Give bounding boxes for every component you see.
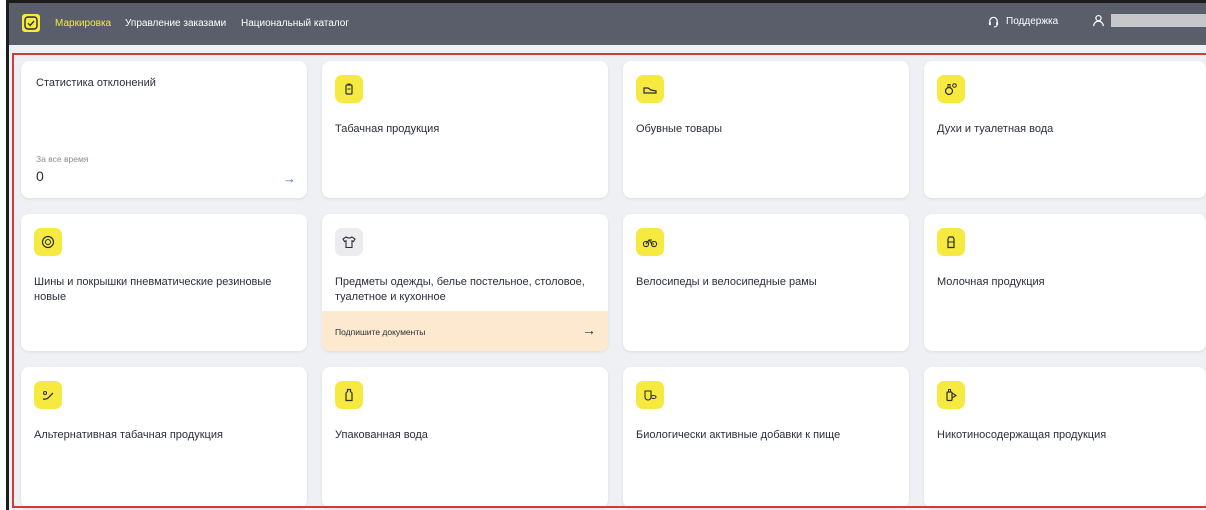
- stats-value: 0: [36, 168, 44, 184]
- sign-documents-banner[interactable]: Подпишите документы →: [322, 311, 608, 351]
- logo-icon[interactable]: [22, 14, 40, 32]
- pipe-icon: [34, 381, 62, 409]
- supplement-icon: [636, 381, 664, 409]
- shoe-icon: [636, 75, 664, 103]
- shirt-icon: [335, 228, 363, 256]
- nav-order-management[interactable]: Управление заказами: [125, 18, 226, 29]
- category-title: Велосипеды и велосипедные рамы: [636, 276, 817, 288]
- milk-icon: [937, 228, 965, 256]
- category-card-alt-tobacco[interactable]: Альтернативная табачная продукция: [21, 367, 307, 508]
- category-card-supplements[interactable]: Биологически активные добавки к пище: [623, 367, 909, 508]
- category-title: Шины и покрышки пневматические резиновые…: [34, 276, 272, 303]
- top-navigation-bar: Маркировка Управление заказами Националь…: [9, 3, 1206, 45]
- category-card-bicycles[interactable]: Велосипеды и велосипедные рамы: [623, 214, 909, 351]
- vape-icon: [937, 381, 965, 409]
- perfume-icon: [937, 75, 965, 103]
- nav-marking[interactable]: Маркировка: [55, 18, 111, 29]
- category-card-clothing[interactable]: Предметы одежды, белье постельное, столо…: [322, 214, 608, 351]
- arrow-right-icon[interactable]: →: [582, 322, 596, 338]
- category-title: Никотиносодержащая продукция: [937, 429, 1107, 441]
- arrow-right-icon[interactable]: →: [283, 171, 296, 186]
- category-card-tobacco[interactable]: Табачная продукция: [322, 61, 608, 198]
- category-title: Биологически активные добавки к пище: [636, 429, 841, 441]
- bicycle-icon: [636, 228, 664, 256]
- sign-documents-label: Подпишите документы: [335, 327, 426, 337]
- stats-title: Статистика отклонений: [36, 77, 156, 89]
- headset-icon: [988, 16, 999, 28]
- category-title: Молочная продукция: [937, 276, 1045, 288]
- stats-card[interactable]: Статистика отклонений За все время 0 →: [21, 61, 307, 198]
- category-title: Обувные товары: [636, 123, 723, 135]
- user-icon: [1093, 14, 1104, 27]
- user-menu[interactable]: [1092, 14, 1206, 27]
- cigarette-pack-icon: [335, 75, 363, 103]
- support-label: Поддержка: [1006, 16, 1059, 27]
- category-card-dairy[interactable]: Молочная продукция: [924, 214, 1206, 351]
- category-card-tires[interactable]: Шины и покрышки пневматические резиновые…: [21, 214, 307, 351]
- tire-icon: [34, 228, 62, 256]
- category-card-nicotine[interactable]: Никотиносодержащая продукция: [924, 367, 1206, 508]
- category-title: Табачная продукция: [335, 123, 440, 135]
- support-link[interactable]: Поддержка: [987, 15, 1058, 28]
- category-card-perfume[interactable]: Духи и туалетная вода: [924, 61, 1206, 198]
- nav-national-catalog[interactable]: Национальный каталог: [241, 18, 349, 29]
- user-name-redacted: [1111, 14, 1206, 27]
- category-title: Упакованная вода: [335, 429, 428, 441]
- category-card-water[interactable]: Упакованная вода: [322, 367, 608, 508]
- stats-period: За все время: [36, 154, 89, 164]
- category-card-shoes[interactable]: Обувные товары: [623, 61, 909, 198]
- category-title: Альтернативная табачная продукция: [34, 429, 223, 441]
- category-title: Духи и туалетная вода: [937, 123, 1054, 135]
- water-bottle-icon: [335, 381, 363, 409]
- category-title: Предметы одежды, белье постельное, столо…: [335, 276, 585, 303]
